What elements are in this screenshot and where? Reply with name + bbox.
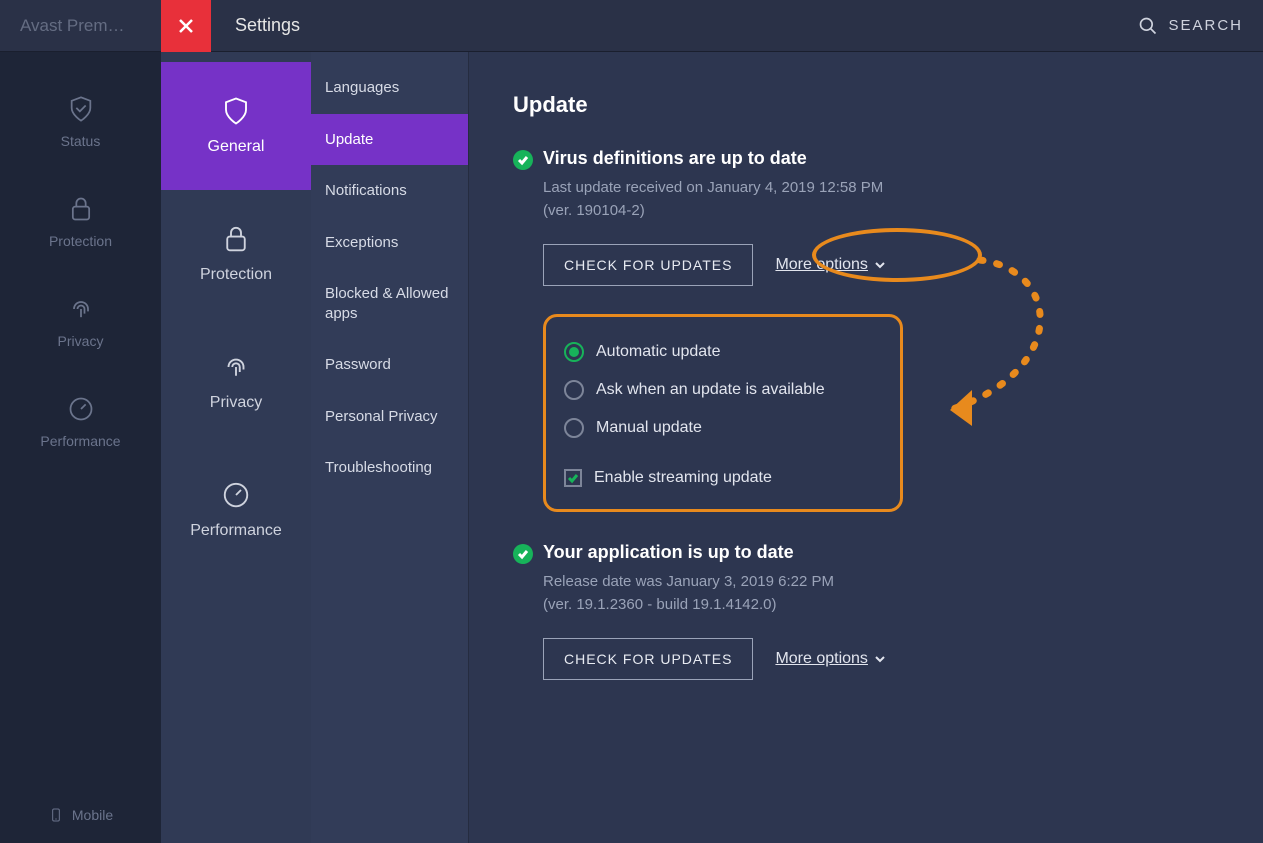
settings-title: Settings <box>235 15 300 36</box>
fingerprint-icon <box>67 295 95 323</box>
radio-ask-update[interactable]: Ask when an update is available <box>564 371 882 409</box>
chevron-down-icon <box>874 653 886 665</box>
check-circle-icon <box>513 150 533 170</box>
tab-protection[interactable]: Protection <box>161 190 311 318</box>
virus-status-title: Virus definitions are up to date <box>543 148 1219 169</box>
shield-check-icon <box>67 95 95 123</box>
sub-notifications[interactable]: Notifications <box>311 165 468 217</box>
chevron-down-icon <box>874 259 886 271</box>
more-options-app-link[interactable]: More options <box>775 650 886 668</box>
sub-troubleshooting[interactable]: Troubleshooting <box>311 442 468 494</box>
rail-item-status[interactable]: Status <box>0 72 161 172</box>
radio-icon <box>564 342 584 362</box>
fingerprint-icon <box>221 352 251 382</box>
app-version: (ver. 19.1.2360 - build 19.1.4142.0) <box>543 596 777 613</box>
sub-exceptions[interactable]: Exceptions <box>311 217 468 269</box>
more-options-virus-link[interactable]: More options <box>775 256 886 274</box>
check-circle-icon <box>513 544 533 564</box>
virus-last-update: Last update received on January 4, 2019 … <box>543 179 883 196</box>
checkbox-icon <box>564 469 582 487</box>
settings-subcategory-column: Languages Update Notifications Exception… <box>311 52 469 843</box>
search-label: SEARCH <box>1168 17 1243 34</box>
rail-item-performance[interactable]: Performance <box>0 372 161 472</box>
tab-general[interactable]: General <box>161 62 311 190</box>
application-section: Your application is up to date Release d… <box>513 542 1219 680</box>
page-title: Update <box>513 92 1219 118</box>
check-app-updates-button[interactable]: CHECK FOR UPDATES <box>543 638 753 680</box>
lock-icon <box>67 195 95 223</box>
virus-definitions-section: Virus definitions are up to date Last up… <box>513 148 1219 512</box>
close-button[interactable] <box>161 0 211 52</box>
left-rail: Status Protection Privacy Performance Mo… <box>0 52 161 843</box>
gauge-icon <box>221 480 251 510</box>
sub-blocked-allowed[interactable]: Blocked & Allowed apps <box>311 268 468 339</box>
app-logo: Avast Prem… <box>0 16 125 36</box>
settings-category-column: General Protection Privacy Performance <box>161 52 311 843</box>
check-virus-updates-button[interactable]: CHECK FOR UPDATES <box>543 244 753 286</box>
close-icon <box>178 18 194 34</box>
mobile-icon <box>48 807 64 823</box>
radio-icon <box>564 418 584 438</box>
app-name: Avast Prem… <box>20 16 125 36</box>
virus-version: (ver. 190104-2) <box>543 202 645 219</box>
search-button[interactable]: SEARCH <box>1138 16 1243 36</box>
search-icon <box>1138 16 1158 36</box>
checkbox-streaming-update[interactable]: Enable streaming update <box>564 447 882 487</box>
rail-item-mobile[interactable]: Mobile <box>48 807 113 823</box>
app-status-title: Your application is up to date <box>543 542 1219 563</box>
update-options-panel: Automatic update Ask when an update is a… <box>543 314 903 512</box>
radio-icon <box>564 380 584 400</box>
settings-content: Update Virus definitions are up to date … <box>469 52 1263 843</box>
lock-icon <box>221 224 251 254</box>
rail-item-protection[interactable]: Protection <box>0 172 161 272</box>
tab-performance[interactable]: Performance <box>161 446 311 574</box>
sub-update[interactable]: Update <box>311 114 468 166</box>
rail-item-privacy[interactable]: Privacy <box>0 272 161 372</box>
gauge-icon <box>67 395 95 423</box>
radio-automatic-update[interactable]: Automatic update <box>564 333 882 371</box>
tab-privacy[interactable]: Privacy <box>161 318 311 446</box>
radio-manual-update[interactable]: Manual update <box>564 409 882 447</box>
app-release-date: Release date was January 3, 2019 6:22 PM <box>543 573 834 590</box>
sub-personal-privacy[interactable]: Personal Privacy <box>311 391 468 443</box>
sub-password[interactable]: Password <box>311 339 468 391</box>
sub-languages[interactable]: Languages <box>311 62 468 114</box>
shield-icon <box>221 96 251 126</box>
